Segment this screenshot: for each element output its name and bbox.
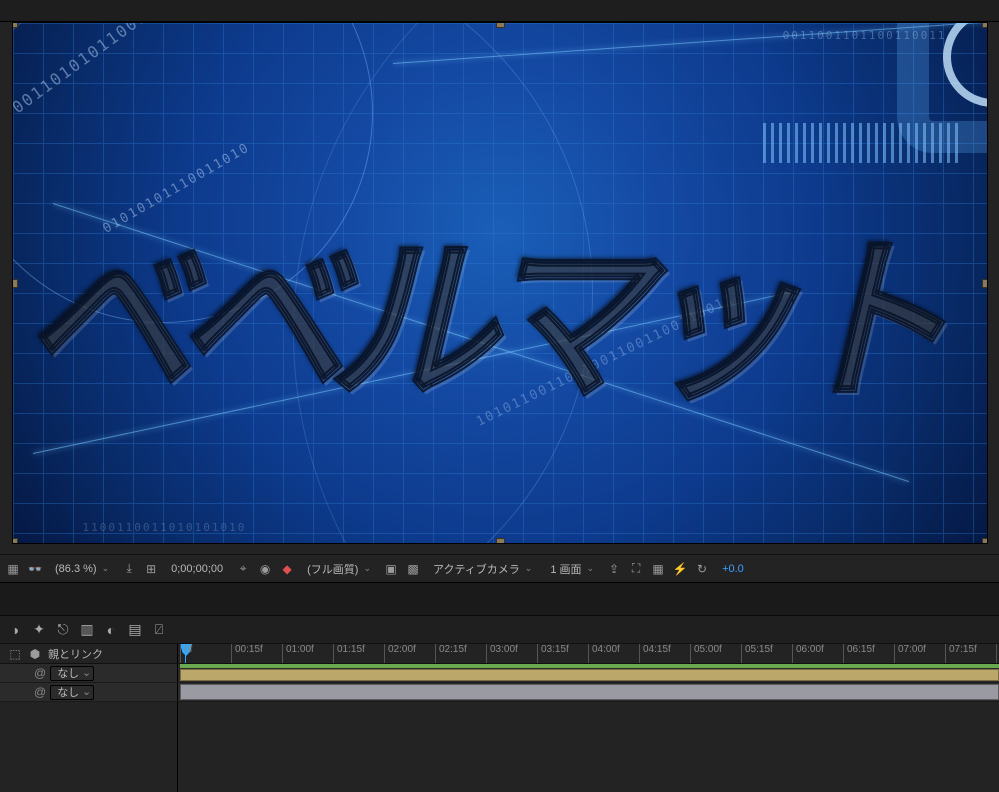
layer-row[interactable]: @ なし: [0, 683, 999, 702]
pickwhip-icon[interactable]: @: [34, 666, 46, 680]
exposure-value[interactable]: +0.0: [717, 562, 749, 576]
cube-icon: ⬢: [28, 647, 42, 661]
transparency-icon[interactable]: ▩: [406, 562, 420, 576]
zoom-dropdown[interactable]: (86.3 %) ⌄: [50, 562, 114, 576]
selection-handle[interactable]: [497, 22, 504, 27]
channel-icon[interactable]: ◆: [280, 562, 294, 576]
eye-icon[interactable]: ◑: [8, 623, 22, 637]
ruler-tick: 07:15f: [945, 644, 977, 663]
graph-icon[interactable]: ▤: [128, 623, 142, 637]
zoom-value: (86.3 %): [55, 563, 97, 575]
ruler-tick: 01:15f: [333, 644, 365, 663]
ruler-tick: 03:00f: [486, 644, 518, 663]
ruler-tick: 07:00f: [894, 644, 926, 663]
selection-handle[interactable]: [12, 280, 17, 287]
ruler-tick: 00:15f: [231, 644, 263, 663]
bg-binary-text: 1100110011010101010: [83, 521, 247, 534]
composition-viewer[interactable]: 0011010101100110011 01010101110011010 10…: [0, 22, 999, 554]
hero-text-layer[interactable]: ベベルマット: [23, 177, 935, 435]
ruler-tick: 06:15f: [843, 644, 875, 663]
mask-icon[interactable]: 👓: [28, 562, 42, 576]
canvas[interactable]: 0011010101100110011 01010101110011010 10…: [12, 22, 988, 544]
selection-handle[interactable]: [983, 539, 988, 544]
work-area-bar[interactable]: [180, 664, 999, 668]
quality-label: (フル画質): [307, 561, 358, 577]
ruler-tick: 02:00f: [384, 644, 416, 663]
selection-handle[interactable]: [12, 539, 17, 544]
parent-dropdown[interactable]: なし: [50, 666, 94, 681]
selection-handle[interactable]: [497, 539, 504, 544]
layer-clip[interactable]: [180, 669, 999, 681]
ruler-tick: 01:00f: [282, 644, 314, 663]
region-icon[interactable]: ▣: [384, 562, 398, 576]
ruler-tick: 03:15f: [537, 644, 569, 663]
quality-dropdown[interactable]: (フル画質) ⌄: [302, 560, 376, 578]
frame-blend-icon[interactable]: ▥: [80, 623, 94, 637]
bg-binary-text: 0011010101100110011: [12, 22, 199, 117]
timeline-toolbar: ◑ ✦ ⎋ ▥ ◐ ▤ ⍁: [0, 616, 999, 644]
ruler-tick: 04:00f: [588, 644, 620, 663]
timecode[interactable]: 0;00;00;00: [166, 562, 228, 576]
camera-label: アクティブカメラ: [433, 561, 520, 577]
marker-icon[interactable]: ⍁: [152, 623, 166, 637]
timeline-panel: ◑ ✦ ⎋ ▥ ◐ ▤ ⍁ ⬚ ⬢ 親とリンク 0f 00:15f 01:00f 01…: [0, 616, 999, 792]
ruler-tick: 05:15f: [741, 644, 773, 663]
bg-binary-text: 0011001101100110011: [783, 29, 947, 42]
layer-row[interactable]: @ なし: [0, 664, 999, 683]
snapshot-icon[interactable]: ⌖: [236, 562, 250, 576]
motion-blur-icon[interactable]: ◐: [104, 623, 118, 637]
views-label: 1 画面: [550, 561, 581, 577]
chevron-down-icon: ⌄: [525, 563, 533, 574]
ruler-tick: 05:00f: [690, 644, 722, 663]
shy-icon[interactable]: ⎋: [56, 623, 70, 637]
selection-handle[interactable]: [12, 22, 17, 27]
selection-handle[interactable]: [983, 22, 988, 27]
ruler-tick: 0f: [180, 644, 192, 663]
column-header-parent-link[interactable]: ⬚ ⬢ 親とリンク: [0, 644, 178, 663]
time-ruler[interactable]: 0f 00:15f 01:00f 01:15f 02:00f 02:15f 03:00f 03…: [178, 644, 999, 663]
alpha-icon[interactable]: ▦: [6, 562, 20, 576]
views-dropdown[interactable]: 1 画面 ⌄: [545, 560, 599, 578]
selection-handle[interactable]: [983, 280, 988, 287]
parent-dropdown[interactable]: なし: [50, 685, 94, 700]
layer-clip[interactable]: [180, 684, 999, 700]
pixel-icon[interactable]: ▦: [651, 562, 665, 576]
chevron-down-icon: ⌄: [102, 563, 110, 574]
share-icon[interactable]: ⇪: [607, 562, 621, 576]
renderer-icon[interactable]: ⛶: [629, 562, 643, 576]
tag-icon[interactable]: ✦: [32, 623, 46, 637]
fast-preview-icon[interactable]: ⚡: [673, 562, 687, 576]
pickwhip-icon[interactable]: @: [34, 685, 46, 699]
cube-icon: ⬚: [8, 647, 22, 661]
camera-icon[interactable]: ◉: [258, 562, 272, 576]
refresh-icon[interactable]: ↻: [695, 562, 709, 576]
timeline-empty-area[interactable]: [178, 702, 999, 792]
viewer-statusbar: ▦ 👓 (86.3 %) ⌄ ⤓ ⊞ 0;00;00;00 ⌖ ◉ ◆ (フル画…: [0, 554, 999, 582]
ruler-tick: 02:15f: [435, 644, 467, 663]
ruler-tick: 04:15f: [639, 644, 671, 663]
chevron-down-icon: ⌄: [587, 563, 595, 574]
chevron-down-icon: ⌄: [363, 563, 371, 574]
grid-icon[interactable]: ⊞: [144, 562, 158, 576]
parent-link-label: 親とリンク: [48, 646, 103, 662]
camera-dropdown[interactable]: アクティブカメラ ⌄: [428, 560, 537, 578]
resolution-down-icon[interactable]: ⤓: [122, 562, 136, 576]
ruler-tick: 06:00f: [792, 644, 824, 663]
